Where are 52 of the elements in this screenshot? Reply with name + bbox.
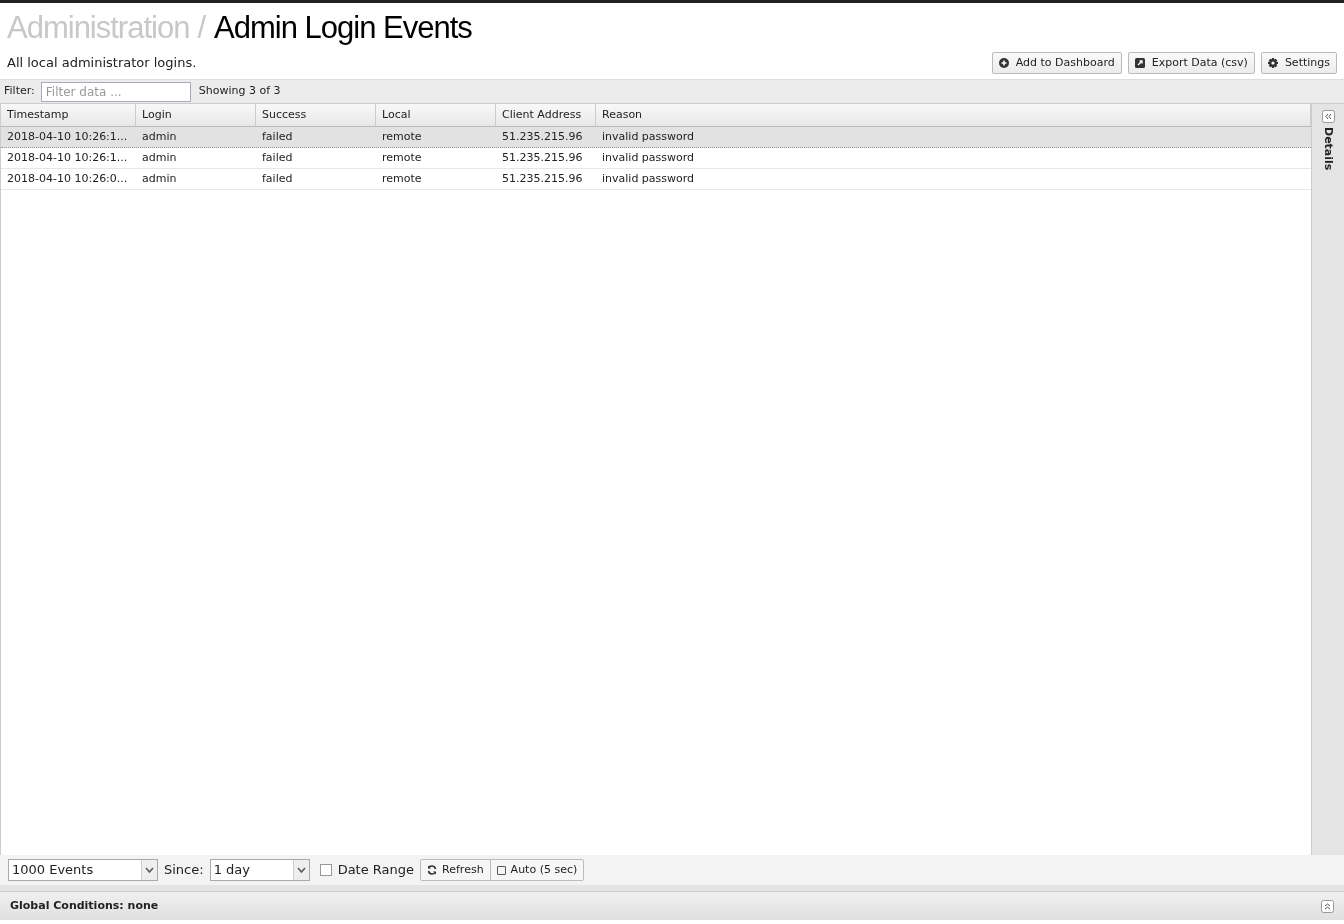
auto-checkbox[interactable] bbox=[496, 865, 506, 875]
table-cell-text: admin bbox=[141, 149, 178, 166]
date-range-checkbox[interactable] bbox=[319, 864, 332, 876]
since-label: Since: bbox=[164, 861, 204, 880]
export-button[interactable]: Export Data (csv) bbox=[1127, 52, 1255, 74]
table-cell-text: failed bbox=[261, 149, 294, 166]
date-range-label: Date Range bbox=[337, 861, 415, 880]
filter-input[interactable]: Filter data ... bbox=[40, 81, 191, 102]
refresh-button[interactable]: Refresh bbox=[421, 860, 491, 880]
table-row[interactable]: 2018-04-10 10:26:1... admin failed remote 51.235.215.96 invalid password bbox=[1, 127, 1311, 148]
table-cell-text: 2018-04-10 10:26:1... bbox=[6, 149, 129, 166]
expand-icon[interactable] bbox=[1321, 899, 1334, 913]
table-cell-text: 51.235.215.96 bbox=[501, 170, 584, 187]
column-header[interactable]: Login bbox=[136, 104, 256, 126]
page-title: Admin Login Events bbox=[214, 8, 472, 47]
table-cell-text: 2018-04-10 10:26:0... bbox=[6, 170, 129, 187]
column-header[interactable]: Timestamp bbox=[1, 104, 136, 126]
details-label: Details bbox=[1321, 127, 1337, 171]
table-cell-text: failed bbox=[261, 170, 294, 187]
table-cell-text: admin bbox=[141, 128, 178, 145]
table-cell-text: 51.235.215.96 bbox=[501, 128, 584, 145]
dropdown-icon bbox=[145, 867, 154, 873]
table-cell-text: invalid password bbox=[601, 170, 696, 187]
events-select[interactable]: 1000 Events bbox=[8, 859, 158, 881]
plus-circle-icon bbox=[998, 58, 1009, 68]
refresh-icon bbox=[427, 865, 438, 875]
column-header[interactable]: Local bbox=[376, 104, 496, 126]
settings-icon bbox=[1267, 58, 1278, 68]
auto-refresh-toggle[interactable]: Auto (5 sec) bbox=[490, 860, 584, 880]
table-cell-text: remote bbox=[381, 170, 423, 187]
table-cell-text: 51.235.215.96 bbox=[501, 149, 584, 166]
column-header[interactable]: Success bbox=[256, 104, 376, 126]
add-to-dashboard-button[interactable]: Add to Dashboard bbox=[991, 52, 1122, 74]
dropdown-icon bbox=[296, 867, 306, 873]
page-description: All local administrator logins. bbox=[7, 54, 197, 73]
table-cell-text: remote bbox=[381, 128, 423, 145]
settings-button[interactable]: Settings bbox=[1260, 52, 1337, 74]
row-count: Showing 3 of 3 bbox=[198, 83, 281, 100]
details-panel[interactable]: Details bbox=[1311, 104, 1344, 855]
table-cell-text: failed bbox=[261, 128, 294, 145]
table-cell-text: invalid password bbox=[601, 149, 696, 166]
global-conditions-label: Global Conditions: none bbox=[10, 897, 159, 914]
since-select[interactable]: 1 day bbox=[209, 859, 310, 881]
table-cell-text: invalid password bbox=[601, 128, 696, 145]
column-header[interactable]: Client Address bbox=[496, 104, 596, 126]
external-link-icon bbox=[1134, 58, 1145, 68]
breadcrumb-separator: / bbox=[197, 8, 207, 47]
table-cell-text: 2018-04-10 10:26:1... bbox=[6, 128, 129, 145]
table-cell-text: admin bbox=[141, 170, 178, 187]
collapse-icon[interactable] bbox=[1321, 110, 1335, 123]
filter-label: Filter: bbox=[4, 83, 35, 100]
table-cell-text: remote bbox=[381, 149, 423, 166]
